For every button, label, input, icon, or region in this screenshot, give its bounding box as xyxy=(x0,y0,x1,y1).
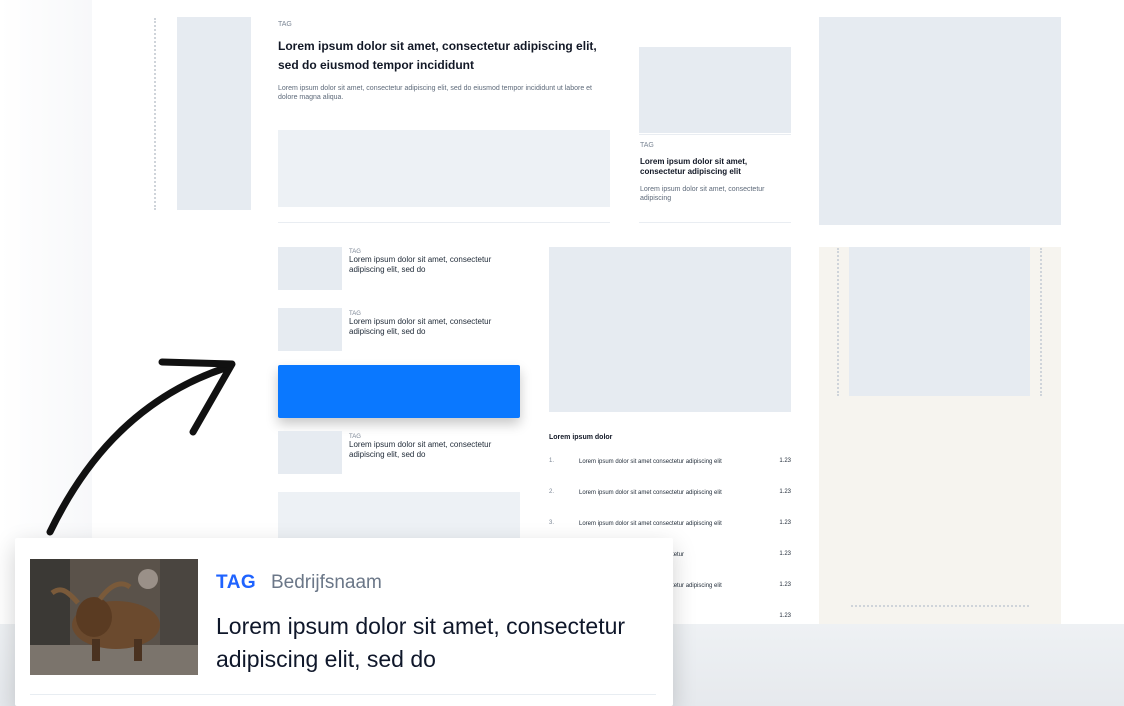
side-article-excerpt: Lorem ipsum dolor sit amet, consectetur … xyxy=(640,186,765,202)
ranked-list-title: Lorem ipsum dolor xyxy=(549,434,613,441)
ranked-list-val: 1.23 xyxy=(779,458,791,464)
left-guide-line xyxy=(154,18,156,210)
side-article-headline[interactable]: Lorem ipsum dolor sit amet, consectetur … xyxy=(640,157,790,177)
ranked-list-val: 1.23 xyxy=(779,551,791,557)
side-article-image[interactable] xyxy=(639,47,791,133)
sticky-ad-placeholder[interactable] xyxy=(849,247,1030,396)
ad-guide-right xyxy=(1040,248,1042,396)
left-image-placeholder xyxy=(177,17,251,210)
mini-list-text: Lorem ipsum dolor sit amet, consectetur … xyxy=(349,440,492,459)
side-article-top-divider xyxy=(639,134,791,135)
card-headline[interactable]: Lorem ipsum dolor sit amet, consectetur … xyxy=(216,610,636,676)
bull-statue-image xyxy=(30,559,198,675)
card-divider xyxy=(30,694,656,695)
mini-list-text: Lorem ipsum dolor sit amet, consectetur … xyxy=(349,317,492,336)
mini-list-item-1[interactable]: TAG Lorem ipsum dolor sit amet, consecte… xyxy=(349,249,509,275)
ranked-list-val: 1.23 xyxy=(779,582,791,588)
side-article-bottom-divider xyxy=(639,222,791,223)
ranked-list-row[interactable]: 2. Lorem ipsum dolor sit amet consectetu… xyxy=(549,489,791,520)
center-image-placeholder[interactable] xyxy=(549,247,791,412)
mini-list-text: Lorem ipsum dolor sit amet, consectetur … xyxy=(349,255,492,274)
ad-guide-bottom xyxy=(851,605,1029,607)
curved-arrow-icon xyxy=(46,358,236,536)
right-ad-placeholder[interactable] xyxy=(819,17,1061,225)
mini-list-thumb-2[interactable] xyxy=(278,308,342,351)
card-company[interactable]: Bedrijfsnaam xyxy=(271,572,382,594)
mini-list-item-2[interactable]: TAG Lorem ipsum dolor sit amet, consecte… xyxy=(349,311,509,337)
top-article-divider xyxy=(278,222,610,223)
mini-list-thumb-3[interactable] xyxy=(278,431,342,474)
ranked-list-row[interactable]: 1. Lorem ipsum dolor sit amet consectetu… xyxy=(549,458,791,489)
top-article-headline[interactable]: Lorem ipsum dolor sit amet, consectetur … xyxy=(278,37,612,75)
article-preview-card[interactable]: TAG Bedrijfsnaam Lorem ipsum dolor sit a… xyxy=(15,538,673,706)
ranked-list-num: 1. xyxy=(549,458,555,464)
ad-guide-left xyxy=(837,248,839,396)
side-article-category: TAG xyxy=(640,142,654,149)
ranked-list-desc: Lorem ipsum dolor sit amet consectetur a… xyxy=(579,490,722,496)
top-article-excerpt: Lorem ipsum dolor sit amet, consectetur … xyxy=(278,85,592,101)
card-tag[interactable]: TAG xyxy=(216,572,256,594)
mini-list-thumb-1[interactable] xyxy=(278,247,342,290)
ranked-list-desc: Lorem ipsum dolor sit amet consectetur a… xyxy=(579,459,722,465)
highlighted-list-item[interactable] xyxy=(278,365,520,418)
mini-list-item-3[interactable]: TAG Lorem ipsum dolor sit amet, consecte… xyxy=(349,434,509,460)
ranked-list-val: 1.23 xyxy=(779,489,791,495)
card-thumbnail[interactable] xyxy=(30,559,198,675)
ranked-list-val: 1.23 xyxy=(779,520,791,526)
top-article-image[interactable] xyxy=(278,130,610,207)
top-article-category: TAG xyxy=(278,21,292,28)
ranked-list-num: 2. xyxy=(549,489,555,495)
